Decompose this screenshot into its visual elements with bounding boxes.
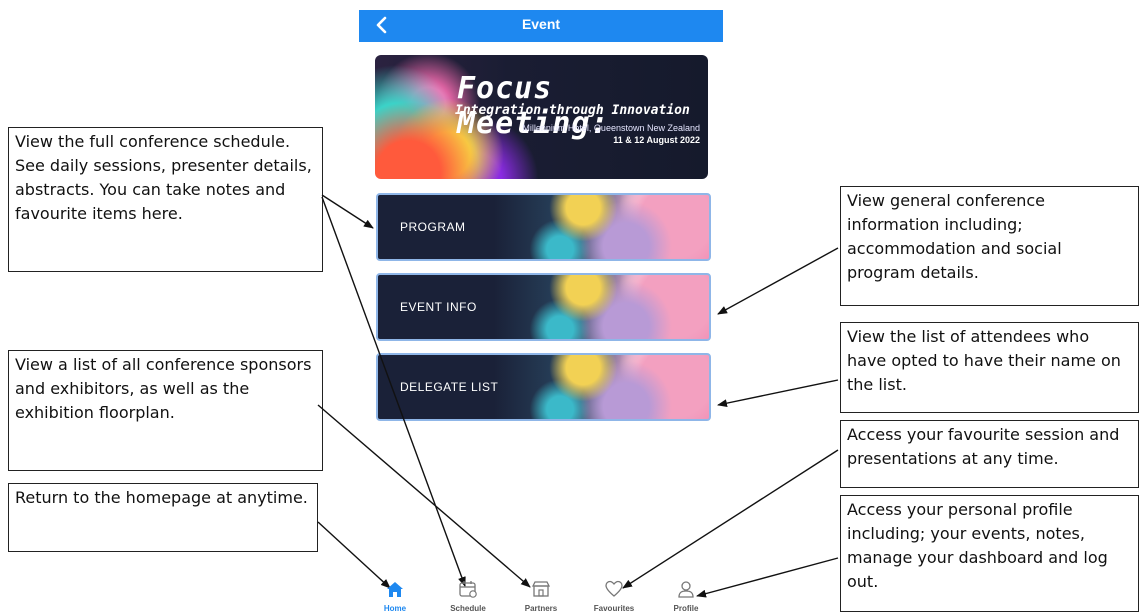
arrow-partners	[317, 404, 531, 588]
arrow-program	[321, 194, 374, 229]
nav-profile-label: Profile	[673, 604, 699, 613]
event-info-tile[interactable]: EVENT INFO	[376, 273, 711, 341]
nav-schedule-label: Schedule	[450, 604, 486, 613]
banner-date: 11 & 12 August 2022	[613, 135, 700, 145]
nav-favourites-label: Favourites	[593, 604, 635, 613]
callout-event-info: View general conference information incl…	[840, 186, 1139, 306]
user-icon	[678, 581, 694, 598]
nav-partners[interactable]: Partners	[511, 580, 571, 613]
program-tile[interactable]: PROGRAM	[376, 193, 711, 261]
nav-partners-label: Partners	[524, 604, 558, 613]
event-info-tile-label: EVENT INFO	[400, 300, 477, 314]
arrow-event-info	[717, 247, 839, 315]
nav-schedule[interactable]: Schedule	[438, 580, 498, 613]
event-banner: Focus Meeting: Integration through Innov…	[375, 55, 708, 179]
nav-profile[interactable]: Profile	[656, 580, 716, 613]
arrow-profile	[696, 557, 839, 598]
nav-home[interactable]: Home	[365, 580, 425, 613]
arrow-delegates	[717, 379, 839, 408]
callout-delegates: View the list of attendees who have opte…	[840, 322, 1139, 413]
page-title: Event	[521, 16, 561, 32]
delegate-list-tile-label: DELEGATE LIST	[400, 380, 499, 394]
callout-home: Return to the homepage at anytime.	[8, 483, 318, 552]
app-header: Event	[359, 10, 723, 42]
heart-icon	[605, 580, 623, 597]
callout-sponsors: View a list of all conference sponsors a…	[8, 350, 323, 471]
delegate-list-tile[interactable]: DELEGATE LIST	[376, 353, 711, 421]
arrow-home	[317, 521, 391, 589]
nav-home-label: Home	[383, 604, 407, 613]
banner-venue: Millennium Hotel, Queenstown New Zealand	[522, 123, 700, 133]
calendar-icon	[459, 581, 477, 598]
callout-program: View the full conference schedule. See d…	[8, 127, 323, 272]
arrow-favourites	[622, 449, 839, 589]
callout-profile: Access your personal profile including; …	[840, 495, 1139, 612]
program-tile-label: PROGRAM	[400, 220, 466, 234]
banner-subtitle: Integration through Innovation	[455, 103, 690, 118]
nav-favourites[interactable]: Favourites	[584, 580, 644, 613]
storefront-icon	[531, 581, 551, 597]
home-icon	[387, 582, 403, 597]
callout-favourites: Access your favourite session and presen…	[840, 420, 1139, 488]
